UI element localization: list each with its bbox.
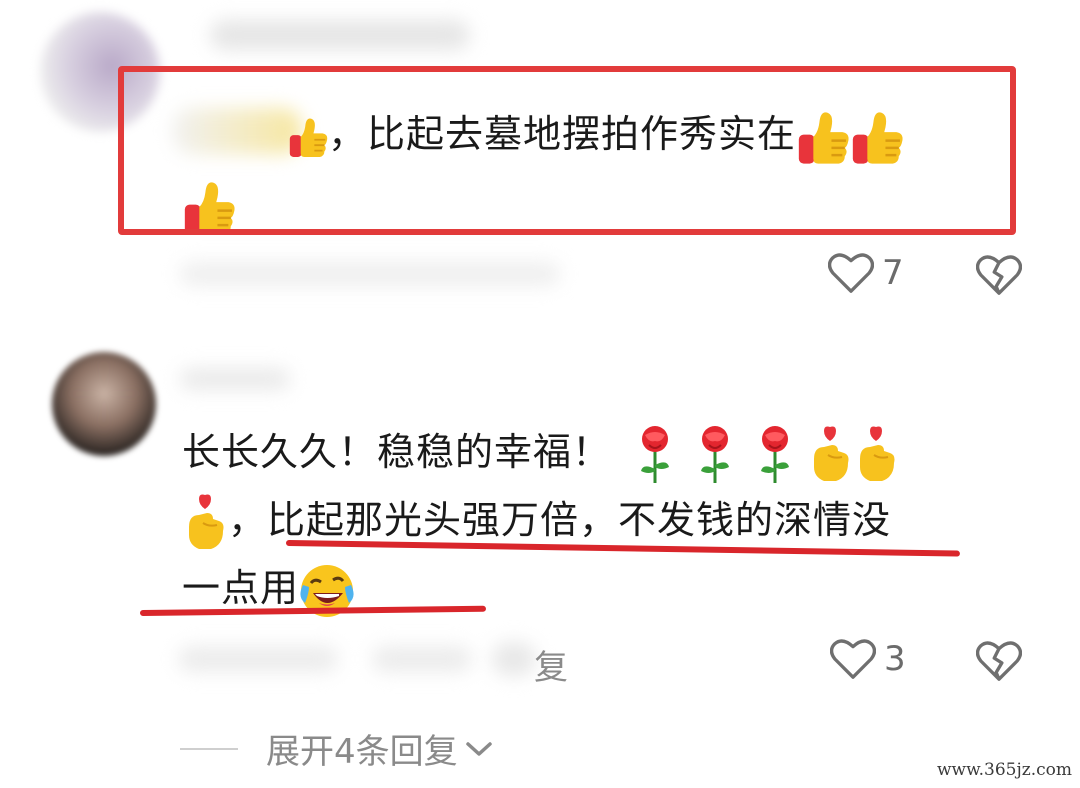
finger-heart-emoji-icon	[853, 425, 899, 485]
chevron-down-icon	[465, 741, 492, 756]
comment-2-line2: ，比起那光头强万倍，不发钱的深情没	[228, 498, 892, 542]
finger-heart-emoji-icon	[182, 493, 228, 553]
highlight-box	[118, 66, 1016, 235]
expand-replies-button[interactable]: 展开4条回复	[180, 724, 494, 773]
like-button[interactable]: 3	[830, 638, 906, 680]
comment-1-meta-blurred	[180, 262, 560, 286]
comment-2-meta-blurred	[178, 646, 338, 672]
dislike-button[interactable]	[976, 640, 1022, 682]
reply-button[interactable]: 复	[534, 640, 568, 689]
like-button[interactable]: 7	[828, 252, 904, 294]
comment-2-line3: 一点用	[182, 566, 300, 610]
divider	[180, 747, 238, 750]
comment-2-line1: 长长久久！稳稳的幸福！	[182, 430, 612, 474]
avatar[interactable]	[52, 352, 156, 456]
finger-heart-emoji-icon	[807, 425, 853, 485]
expand-replies-label: 展开4条回复	[266, 732, 458, 772]
broken-heart-icon	[976, 254, 1022, 296]
heart-outline-icon	[830, 638, 876, 680]
comment-2-line1-row: 长长久久！稳稳的幸福！	[182, 422, 899, 485]
rose-emoji-icon	[693, 425, 737, 485]
dislike-button[interactable]	[976, 254, 1022, 296]
username-blurred	[210, 20, 470, 50]
like-count: 3	[884, 639, 906, 679]
rose-emoji-icon	[633, 425, 677, 485]
heart-outline-icon	[828, 252, 874, 294]
username-blurred	[180, 368, 290, 390]
like-count: 7	[882, 253, 904, 293]
broken-heart-icon	[976, 640, 1022, 682]
reply-button-blurred	[492, 642, 536, 676]
watermark: www.365jz.com	[937, 760, 1072, 780]
comment-2-meta-blurred	[372, 646, 472, 672]
rose-emoji-icon	[753, 425, 797, 485]
